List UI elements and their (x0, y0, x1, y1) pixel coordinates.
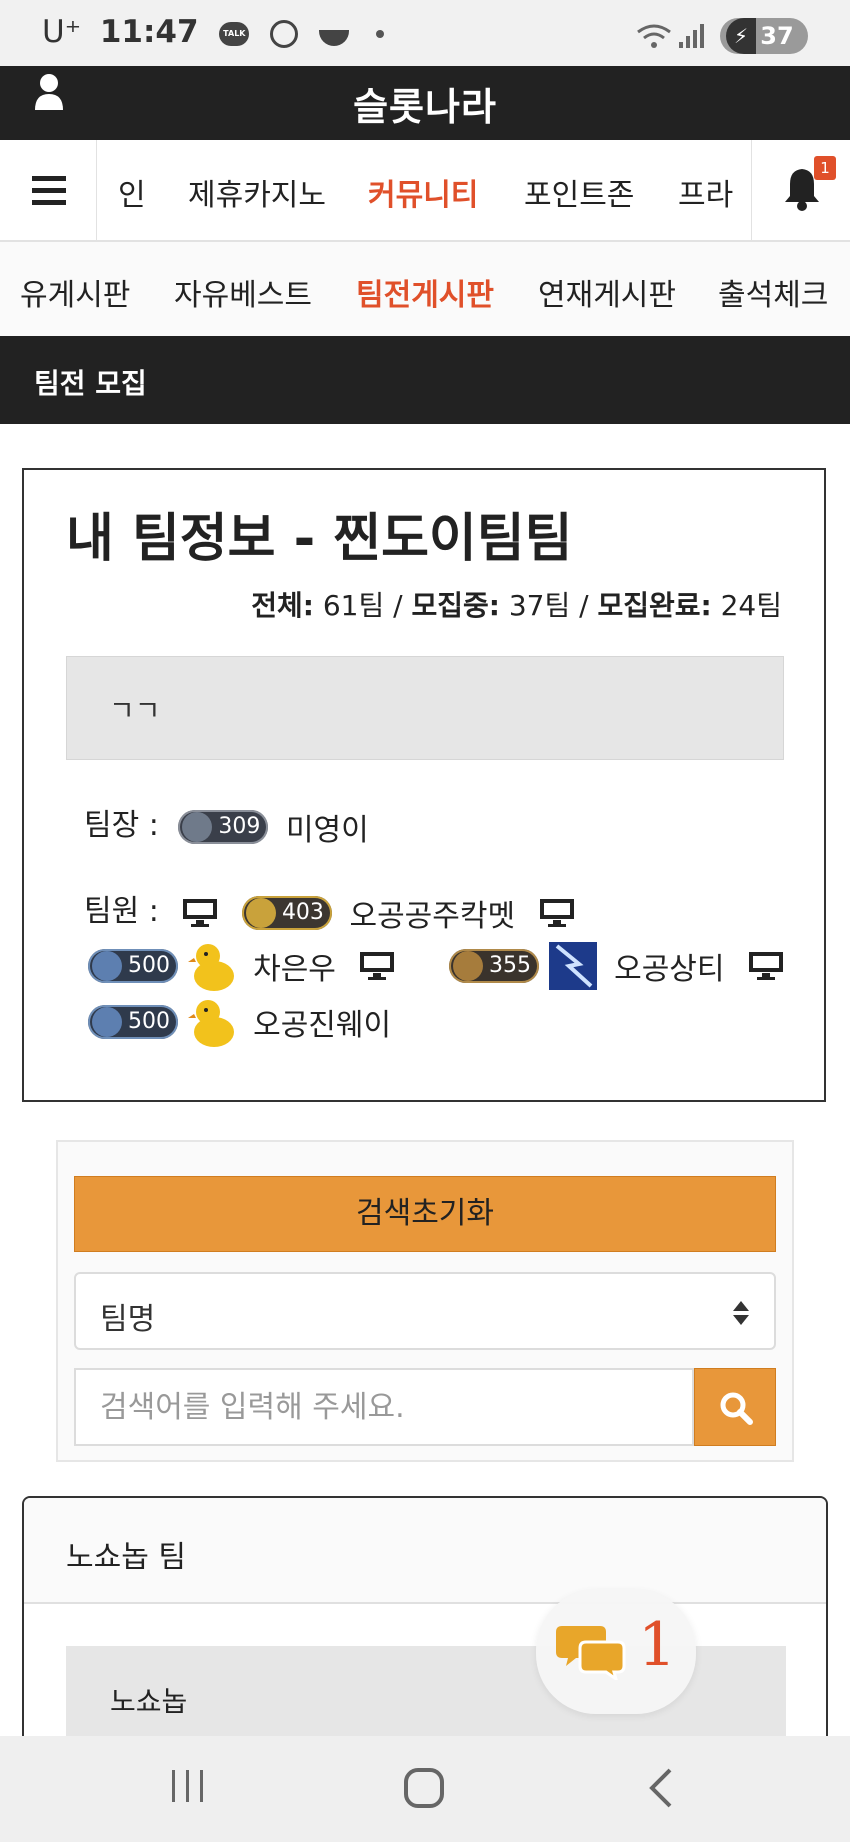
noshow-header: 노쇼놉 팀 (24, 1498, 826, 1604)
nav-item-login[interactable]: 인 (118, 170, 146, 214)
wifi-icon (636, 24, 671, 48)
search-reset-button[interactable]: 검색초기화 (74, 1176, 776, 1252)
stats-total-label: 전체: (251, 589, 314, 622)
team-title: 내 팀정보 - 찐도이팀팀 (66, 509, 573, 569)
search-field-select[interactable]: 팀명 (74, 1272, 776, 1350)
team-leader-row: 팀장 : 309 미영이 (84, 800, 369, 849)
level-shield-icon (453, 951, 483, 981)
monitor-icon (183, 898, 218, 927)
stats-separator: / (384, 589, 412, 622)
monitor-icon (749, 952, 784, 980)
status-right: ⚡ 37 (636, 18, 808, 54)
nav-item-point-zone[interactable]: 포인트존 (524, 170, 634, 214)
search-icon (720, 1392, 753, 1425)
kakaotalk-icon: TALK (219, 21, 250, 46)
duck-avatar-icon (187, 1000, 234, 1047)
members-label: 팀원 : (84, 894, 159, 929)
stats-recruiting-value: 37팀 (508, 589, 571, 622)
noshow-message: 노쇼놉 (110, 1685, 188, 1718)
subnav-item-free-best[interactable]: 자유베스트 (174, 270, 312, 314)
site-title[interactable]: 슬롯나라 (0, 76, 850, 131)
lightning-avatar-icon (548, 942, 597, 990)
search-input[interactable] (74, 1368, 694, 1446)
carrier-label: U⁺ (42, 14, 82, 50)
stats-done-label: 모집완료: (597, 589, 712, 622)
charging-bolt-icon: ⚡ (726, 18, 756, 54)
select-value: 팀명 (100, 1302, 156, 1337)
monitor-icon (539, 898, 574, 927)
battery-level: 37 (760, 22, 794, 50)
sub-nav: 유게시판 자유베스트 팀전게시판 연재게시판 출석체크 (0, 242, 850, 338)
clock: 11:47 (99, 14, 199, 50)
team-info-card: 내 팀정보 - 찐도이팀팀 전체: 61팀 / 모집중: 37팀 / 모집완료:… (22, 468, 826, 1102)
stats-done-value: 24팀 (720, 589, 782, 622)
nav-item-partner-casino[interactable]: 제휴카지노 (188, 170, 326, 214)
recent-apps-icon[interactable] (168, 1766, 208, 1806)
level-shield-icon (182, 811, 213, 842)
monitor-icon (360, 952, 395, 980)
nav-item-free[interactable]: 프라 (678, 170, 733, 214)
team-stats: 전체: 61팀 / 모집중: 37팀 / 모집완료: 24팀 (251, 584, 782, 624)
back-icon[interactable] (646, 1766, 676, 1810)
alarm-icon (270, 19, 299, 48)
level-star-icon (92, 1007, 122, 1037)
notifications-button[interactable]: 1 (751, 140, 850, 240)
battery-icon: ⚡ 37 (720, 18, 808, 54)
hamburger-menu-icon[interactable] (0, 140, 97, 240)
noshow-title: 노쇼놉 팀 (66, 1540, 186, 1575)
member-name[interactable]: 차은우 (253, 952, 336, 987)
search-button[interactable] (694, 1368, 776, 1446)
stats-recruiting-label: 모집중: (411, 589, 500, 622)
search-panel: 검색초기화 팀명 (56, 1140, 794, 1462)
level-badge: 355 (449, 949, 539, 983)
level-badge: 403 (241, 895, 332, 930)
main-nav: 인 제휴카지노 커뮤니티 포인트존 프라 1 (0, 140, 850, 242)
team-members-row-1: 팀원 : 403 오공공주칵멧 (84, 886, 589, 935)
main-nav-items: 인 제휴카지노 커뮤니티 포인트존 프라 (96, 140, 752, 240)
section-header: 팀전 모집 (0, 338, 850, 424)
team-members-row-3: 500 오공진웨이 (88, 996, 391, 1048)
subnav-item-serial-board[interactable]: 연재게시판 (538, 270, 676, 314)
level-badge: 500 (88, 1005, 178, 1039)
nav-item-community[interactable]: 커뮤니티 (368, 170, 478, 214)
leader-label: 팀장 : (84, 808, 159, 843)
level-badge: 500 (88, 949, 178, 983)
status-left: U⁺ 11:47 TALK (42, 14, 384, 50)
select-arrows-icon (733, 1301, 749, 1325)
subnav-item-humor-board[interactable]: 유게시판 (20, 270, 130, 314)
team-message-box: ㄱㄱ (66, 656, 784, 760)
level-badge: 309 (178, 809, 269, 844)
team-message: ㄱㄱ (109, 694, 161, 727)
level-shield-icon (245, 897, 276, 928)
member-name[interactable]: 오공공주칵멧 (349, 899, 515, 934)
section-title: 팀전 모집 (34, 367, 147, 400)
stats-separator: / (570, 589, 598, 622)
leader-name[interactable]: 미영이 (286, 813, 369, 848)
site-header: 슬롯나라 (0, 66, 850, 140)
chat-bubbles-icon (556, 1626, 626, 1680)
android-nav-bar (0, 1736, 850, 1842)
more-notifications-dot-icon (375, 29, 384, 38)
subnav-item-attendance[interactable]: 출석체크 (718, 270, 828, 314)
level-star-icon (92, 951, 122, 981)
bowl-icon (318, 29, 349, 46)
team-members-row-2: 500 차은우 355 오공상티 (88, 940, 798, 992)
member-name[interactable]: 오공상티 (614, 952, 724, 987)
notification-badge: 1 (814, 156, 836, 180)
stats-total-value: 61팀 (322, 589, 385, 622)
chat-count: 1 (638, 1610, 677, 1680)
member-name[interactable]: 오공진웨이 (253, 1008, 391, 1043)
status-bar: U⁺ 11:47 TALK ⚡ 37 (0, 0, 850, 66)
duck-avatar-icon (187, 944, 234, 991)
chat-float-button[interactable]: 1 (536, 1590, 696, 1714)
subnav-item-team-board[interactable]: 팀전게시판 (356, 270, 494, 314)
home-icon[interactable] (402, 1766, 446, 1810)
signal-icon (678, 24, 704, 48)
